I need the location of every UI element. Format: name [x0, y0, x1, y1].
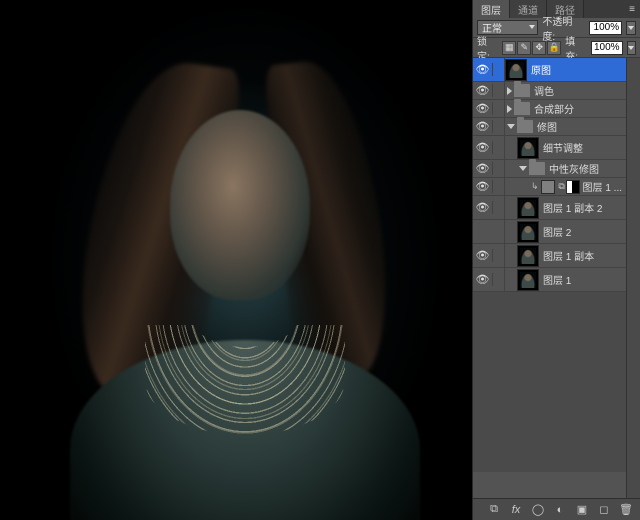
group-name[interactable]: 修图: [537, 119, 622, 134]
layer-row[interactable]: 👁 原图: [473, 58, 626, 82]
group-name[interactable]: 调色: [534, 83, 622, 98]
layer-name[interactable]: 细节调整: [543, 140, 622, 155]
layer-row[interactable]: 👁 图层 1: [473, 268, 626, 292]
portrait-necklace: [145, 325, 345, 435]
visibility-toggle[interactable]: 👁: [473, 162, 493, 175]
tab-layers[interactable]: 图层: [473, 0, 510, 18]
blend-mode-dropdown[interactable]: 正常: [477, 20, 538, 35]
lock-pixels-icon[interactable]: ✎: [517, 41, 531, 55]
layer-row[interactable]: 👁 图层 1 副本: [473, 244, 626, 268]
disclosure-triangle-icon[interactable]: [507, 105, 512, 113]
portrait-face: [170, 110, 310, 300]
layers-list[interactable]: 👁 原图 👁 调色 👁 合成部分 👁 修图 👁: [473, 58, 626, 498]
layer-row[interactable]: 👁 图层 1 副本 2: [473, 196, 626, 220]
new-group-icon[interactable]: ▣: [574, 503, 590, 517]
layer-thumbnail[interactable]: [517, 269, 539, 291]
blend-mode-value: 正常: [482, 20, 502, 35]
fill-stepper[interactable]: [627, 41, 636, 55]
layers-empty-area[interactable]: [473, 292, 626, 472]
layers-panel: 图层 通道 路径 ≡ 正常 不透明度: 100% 锁定: ▦ ✎ ✥ 🔒 填充:…: [472, 0, 640, 520]
lock-row: 锁定: ▦ ✎ ✥ 🔒 填充: 100%: [473, 38, 640, 58]
visibility-toggle[interactable]: 👁: [473, 84, 493, 97]
disclosure-triangle-icon[interactable]: [507, 124, 515, 129]
fill-input[interactable]: 100%: [591, 41, 623, 55]
visibility-toggle[interactable]: 👁: [473, 249, 493, 262]
group-row[interactable]: 👁 调色: [473, 82, 626, 100]
layer-name[interactable]: 图层 1 副本 2: [543, 200, 622, 215]
folder-icon: [514, 84, 530, 97]
link-layers-icon[interactable]: ⧉: [486, 503, 502, 517]
scrollbar[interactable]: [626, 58, 640, 498]
opacity-input[interactable]: 100%: [589, 21, 623, 35]
visibility-toggle[interactable]: 👁: [473, 180, 493, 193]
group-row[interactable]: 👁 修图: [473, 118, 626, 136]
lock-position-icon[interactable]: ✥: [532, 41, 546, 55]
document-canvas[interactable]: [0, 0, 472, 520]
visibility-toggle[interactable]: 👁: [473, 120, 493, 133]
layer-thumbnail[interactable]: [517, 197, 539, 219]
group-row[interactable]: 👁 中性灰修图: [473, 160, 626, 178]
layer-name[interactable]: 图层 1 ...: [583, 179, 622, 194]
disclosure-triangle-icon[interactable]: [519, 166, 527, 171]
delete-layer-icon[interactable]: 🗑: [618, 503, 634, 517]
layer-name[interactable]: 原图: [531, 62, 622, 77]
layer-thumbnail[interactable]: [541, 180, 555, 194]
lock-all-icon[interactable]: 🔒: [547, 41, 561, 55]
add-mask-icon[interactable]: ◯: [530, 503, 546, 517]
adjustment-layer-icon[interactable]: ◐: [552, 503, 568, 517]
panel-footer: ⧉ fx ◯ ◐ ▣ ◻ 🗑: [473, 498, 640, 520]
clipping-indicator-icon: ↳: [531, 181, 539, 192]
chevron-down-icon: [529, 25, 535, 29]
layer-mask-thumbnail[interactable]: [566, 180, 580, 194]
visibility-toggle[interactable]: 👁: [473, 63, 493, 76]
layer-thumbnail[interactable]: [517, 245, 539, 267]
layer-row[interactable]: 👁 ↳ ⧉ 图层 1 ...: [473, 178, 626, 196]
visibility-toggle[interactable]: 👁: [473, 201, 493, 214]
visibility-toggle[interactable]: 👁: [473, 273, 493, 286]
group-name[interactable]: 合成部分: [534, 101, 622, 116]
visibility-toggle[interactable]: 👁: [473, 141, 493, 154]
opacity-stepper[interactable]: [626, 21, 636, 35]
layer-row[interactable]: 👁 细节调整: [473, 136, 626, 160]
group-row[interactable]: 👁 合成部分: [473, 100, 626, 118]
layer-thumbnail[interactable]: [517, 137, 539, 159]
folder-icon: [517, 120, 533, 133]
layer-name[interactable]: 图层 2: [543, 224, 622, 239]
new-layer-icon[interactable]: ◻: [596, 503, 612, 517]
fx-icon[interactable]: fx: [508, 503, 524, 517]
visibility-toggle[interactable]: 👁: [473, 102, 493, 115]
disclosure-triangle-icon[interactable]: [507, 87, 512, 95]
lock-transparency-icon[interactable]: ▦: [502, 41, 516, 55]
layer-thumbnail[interactable]: [505, 59, 527, 81]
layer-thumbnail[interactable]: [517, 221, 539, 243]
panel-menu-icon[interactable]: ≡: [624, 0, 640, 18]
link-icon: ⧉: [558, 181, 566, 192]
folder-icon: [529, 162, 545, 175]
group-name[interactable]: 中性灰修图: [549, 161, 622, 176]
layer-name[interactable]: 图层 1 副本: [543, 248, 622, 263]
layer-row[interactable]: 图层 2: [473, 220, 626, 244]
layer-name[interactable]: 图层 1: [543, 272, 622, 287]
folder-icon: [514, 102, 530, 115]
